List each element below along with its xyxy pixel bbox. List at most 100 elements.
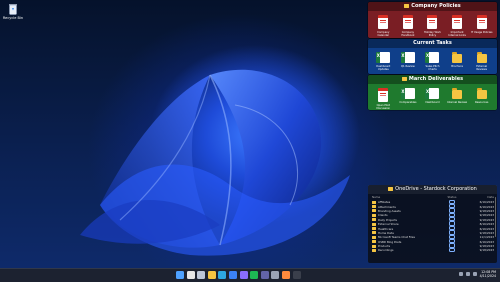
wallpaper-bloom-graphic (80, 69, 350, 256)
fence-item-label: IT Usage Policies (470, 31, 493, 34)
fence-item[interactable]: IT Usage Policies (471, 15, 493, 37)
list-item-date: 9/18/2023 (479, 248, 494, 253)
volume-icon[interactable] (472, 272, 477, 276)
pdf-file-icon (402, 15, 413, 29)
folder-icon (372, 240, 376, 244)
fence-item-label: Important Internal Links (448, 31, 466, 37)
folder-icon (401, 76, 407, 81)
fence-item-label: Internal Review (447, 101, 468, 104)
pdf-file-icon (378, 88, 389, 102)
taskbar: 12:08 PM 4/11/2024 (0, 268, 500, 282)
fence-title[interactable]: OneDrive - Stardock Corporation (368, 185, 497, 194)
list-item[interactable]: Recordings 9/18/2023 (368, 247, 497, 253)
excel-file-icon (376, 52, 391, 63)
system-tray: 12:08 PM 4/11/2024 (458, 270, 496, 278)
folder-icon (452, 52, 463, 63)
spotify-icon[interactable] (250, 271, 259, 279)
scrollbar[interactable] (494, 197, 496, 237)
fence-item[interactable]: Internal Review (446, 88, 468, 110)
fence-march-deliverables[interactable]: March Deliverables Open Pilot Discussion… (368, 75, 497, 110)
fence-item[interactable]: Brochure (446, 52, 468, 71)
fence-item-label: Company Calendar (377, 31, 390, 37)
fence-title[interactable]: March Deliverables (368, 75, 497, 84)
list-item-name: Attachments (372, 205, 442, 209)
fence-item[interactable]: Holiday Work Policy (421, 15, 443, 37)
fence-item[interactable]: Dashboard (421, 88, 443, 110)
fence-current-tasks[interactable]: Current Tasks Dashboard Updates Q1 Revie… (368, 39, 497, 74)
fence-item[interactable]: Company Handbook (397, 15, 419, 37)
list-item-name: Clients (372, 213, 442, 217)
edge-browser-icon[interactable] (218, 271, 227, 279)
folder-icon (372, 231, 376, 235)
folder-icon (404, 3, 410, 8)
settings-icon[interactable] (271, 271, 280, 279)
fence-title[interactable]: Company Policies (368, 2, 497, 11)
list-item-date: 9/18/2023 (479, 213, 494, 218)
fence-item[interactable]: Open Pilot Discussion (372, 88, 394, 110)
fence-item-label: Sales Pitch Charts (425, 65, 440, 71)
column-status[interactable]: Status (442, 195, 462, 199)
store-icon[interactable] (239, 271, 248, 279)
list-item-date: 8/16/2023 (479, 222, 494, 227)
fence-item-label: Dashboard Updates (376, 65, 391, 71)
list-item-date: 6/16/2023 (479, 204, 494, 209)
fence-item-label: Company Handbook (401, 31, 415, 37)
fence-item-label: Comparables (399, 101, 417, 104)
fence-onedrive-folder[interactable]: OneDrive - Stardock Corporation Name Sta… (368, 185, 497, 263)
list-item-label: Clients (378, 213, 388, 218)
folder-icon (476, 52, 487, 63)
wifi-icon[interactable] (465, 272, 470, 276)
list-item-name: Microsoft Teams Chat Files (372, 235, 442, 239)
list-item-date: 6/16/2023 (479, 226, 494, 231)
column-name[interactable]: Name (372, 195, 442, 199)
fence-item[interactable]: Q1 Review (397, 52, 419, 71)
excel-file-icon (400, 88, 415, 99)
fence-item-label: Open Pilot Discussion (376, 104, 391, 110)
list-item-name: Branding Assets (372, 209, 442, 213)
list-item-name: External Share (372, 222, 442, 226)
folder-icon (372, 235, 376, 239)
task-view-icon[interactable] (197, 271, 206, 279)
fence-item[interactable]: External Reviews (471, 52, 493, 71)
fence-company-policies[interactable]: Company Policies Company Calendar Compan… (368, 2, 497, 38)
photos-icon[interactable] (281, 271, 290, 279)
fence-item-label: Resources (475, 101, 489, 104)
fence-item-label: Q1 Review (401, 65, 415, 68)
list-item-name: Affiliates (372, 200, 442, 204)
list-item-date: 9/18/2023 (479, 244, 494, 249)
list-item-name: OSBD Blog Posts (372, 240, 442, 244)
folder-icon (452, 88, 463, 99)
list-item-label: Home Data (378, 230, 394, 235)
list-item-date: 9/18/2023 (479, 208, 494, 213)
clock[interactable]: 12:08 PM 4/11/2024 (480, 270, 496, 278)
folder-icon (372, 200, 376, 204)
chevron-up-icon[interactable] (458, 272, 463, 276)
file-explorer-icon[interactable] (207, 271, 216, 279)
list-item-date: 6/16/2023 (479, 200, 494, 205)
list-item-date: 9/18/2023 (479, 217, 494, 222)
terminal-icon[interactable] (292, 271, 301, 279)
windows-start-icon[interactable] (176, 271, 184, 279)
taskbar-icons (176, 271, 301, 279)
search-icon[interactable] (186, 271, 195, 279)
list-item-date: 9/18/2023 (479, 230, 494, 235)
fence-title[interactable]: Current Tasks (368, 39, 497, 48)
fence-item[interactable]: Company Calendar (372, 15, 394, 37)
fence-item[interactable]: Comparables (397, 88, 419, 110)
list-item-label: Branding Assets (378, 208, 401, 213)
list-item-name: Products (372, 244, 442, 248)
fence-item-label: Brochure (451, 65, 463, 68)
fence-item[interactable]: Sales Pitch Charts (421, 52, 443, 71)
mail-icon[interactable] (228, 271, 237, 279)
fence-item-label: Holiday Work Policy (423, 31, 442, 37)
list-item-label: Affiliates (378, 200, 391, 205)
fence-item[interactable]: Dashboard Updates (372, 52, 394, 71)
teams-icon[interactable] (260, 271, 269, 279)
list-item-label: Recordings (378, 248, 394, 253)
list-item-label: Daily Projects (378, 217, 397, 222)
fence-item[interactable]: Important Internal Links (446, 15, 468, 37)
column-date[interactable]: Date (462, 195, 494, 199)
recycle-bin[interactable]: Recycle Bin (2, 3, 24, 20)
fence-item[interactable]: Resources (471, 88, 493, 110)
folder-icon (372, 205, 376, 209)
